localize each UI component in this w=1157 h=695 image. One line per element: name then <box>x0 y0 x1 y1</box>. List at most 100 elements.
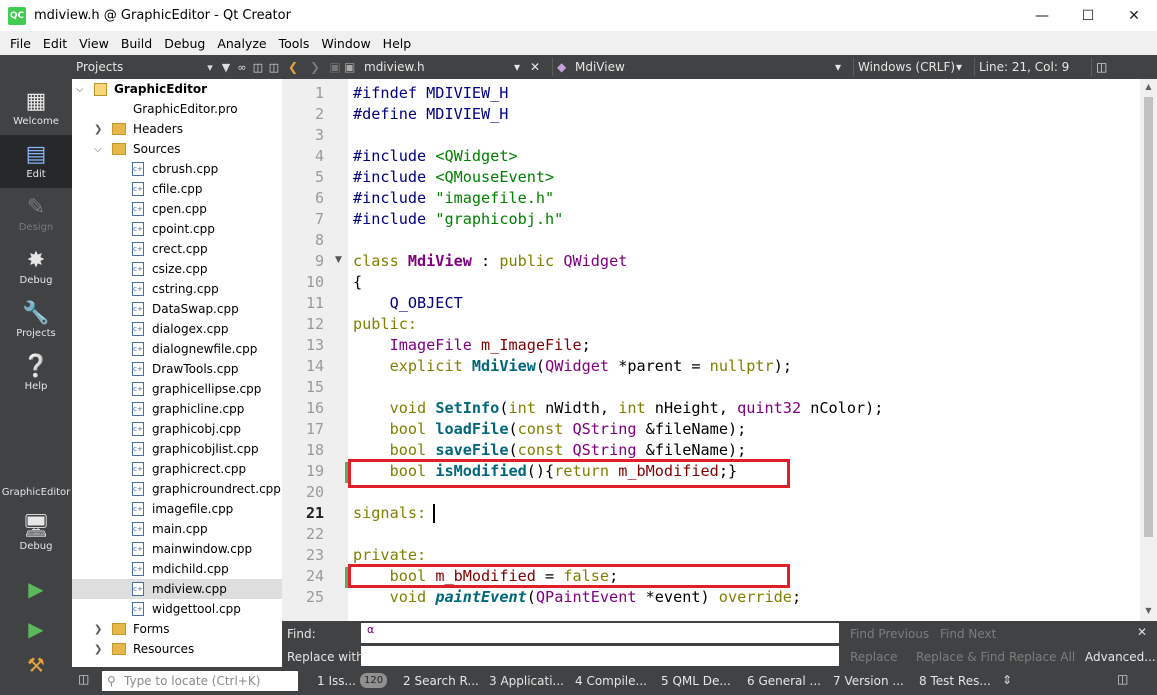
tab-test-results[interactable]: 8 Test Res... <box>919 674 991 688</box>
tree-item-file[interactable]: c+ mdichild.cpp <box>72 559 282 579</box>
filter-icon[interactable]: ▼ <box>218 61 234 74</box>
tree-item-file[interactable]: c+ cfile.cpp <box>72 179 282 199</box>
tree-item-file[interactable]: c+ graphicellipse.cpp <box>72 379 282 399</box>
mode-design[interactable]: ✎ Design <box>0 188 72 241</box>
tab-compile-output[interactable]: 4 Compile... <box>575 674 647 688</box>
find-previous-button[interactable]: Find Previous <box>850 627 929 641</box>
tree-item-file[interactable]: c+ dialognewfile.cpp <box>72 339 282 359</box>
tree-item-file[interactable]: c+ graphicrect.cpp <box>72 459 282 479</box>
close-pane-icon[interactable]: ◫ <box>266 61 282 74</box>
chevron-down-icon[interactable]: ⌵ <box>94 144 102 155</box>
replace-find-button[interactable]: Replace & Find <box>916 650 1005 664</box>
tree-item-file[interactable]: c+ widgettool.cpp <box>72 599 282 619</box>
tree-item-resources[interactable]: ❯ Resources <box>72 639 282 659</box>
toggle-sidebar-icon[interactable]: ◫ <box>78 672 89 686</box>
debug-run-button[interactable]: ▶ <box>24 617 48 641</box>
tree-item-file[interactable]: c+ graphicobjlist.cpp <box>72 439 282 459</box>
menu-help[interactable]: Help <box>377 36 418 51</box>
tree-item-forms[interactable]: ❯ Forms <box>72 619 282 639</box>
projects-pane-title[interactable]: Projects <box>76 60 202 74</box>
kit-selector[interactable]: 🖥 Debug <box>0 503 72 563</box>
tree-item-file[interactable]: c+ mdiview.cpp <box>72 579 282 599</box>
build-button[interactable]: ⚒ <box>24 653 48 677</box>
close-find-icon[interactable]: ✕ <box>1137 625 1147 639</box>
tree-item-file[interactable]: c+ csize.cpp <box>72 259 282 279</box>
tree-item-file[interactable]: c+ DrawTools.cpp <box>72 359 282 379</box>
replace-button[interactable]: Replace <box>850 650 897 664</box>
symbol-selector[interactable]: MdiView <box>575 60 835 74</box>
mode-edit[interactable]: ▤ Edit <box>0 135 72 188</box>
tree-item-headers[interactable]: ❯ Headers <box>72 119 282 139</box>
find-input[interactable]: α <box>361 623 839 643</box>
replace-input[interactable] <box>361 646 839 666</box>
tree-item-file[interactable]: c+ mainwindow.cpp <box>72 539 282 559</box>
chevron-right-icon[interactable]: ❯ <box>94 124 102 135</box>
split-icon[interactable]: ◫ <box>250 61 266 74</box>
tab-version-control[interactable]: 7 Version ... <box>833 674 904 688</box>
locator-input[interactable]: ⚲ Type to locate (Ctrl+K) <box>102 671 298 691</box>
vertical-scrollbar[interactable]: ▲ ▼ <box>1140 79 1157 621</box>
chevron-right-icon[interactable]: ❯ <box>94 644 102 655</box>
chevron-down-icon[interactable]: ⌵ <box>76 84 84 95</box>
menu-edit[interactable]: Edit <box>37 36 73 51</box>
document-selector[interactable]: mdiview.h <box>364 60 514 74</box>
tree-item-file[interactable]: c+ crect.cpp <box>72 239 282 259</box>
tab-issues[interactable]: 1 Iss... <box>317 674 356 688</box>
cursor-position[interactable]: Line: 21, Col: 9 <box>979 60 1087 74</box>
mode-welcome[interactable]: ▦ Welcome <box>0 82 72 135</box>
tree-item-file[interactable]: c+ cpen.cpp <box>72 199 282 219</box>
menu-window[interactable]: Window <box>315 36 376 51</box>
advanced-button[interactable]: Advanced... <box>1085 650 1156 664</box>
tree-item-file[interactable]: c+ main.cpp <box>72 519 282 539</box>
tree-item-file[interactable]: c+ dialogex.cpp <box>72 319 282 339</box>
dropdown-arrow-icon[interactable]: ▾ <box>202 61 218 74</box>
menu-view[interactable]: View <box>73 36 115 51</box>
fold-marker-icon[interactable]: ▼ <box>335 255 342 265</box>
close-button[interactable]: ✕ <box>1111 0 1157 31</box>
forward-arrow-icon[interactable]: ❯ <box>304 60 326 74</box>
document-dropdown-icon[interactable]: ▾ <box>514 60 530 74</box>
tab-search-results[interactable]: 2 Search R... <box>403 674 479 688</box>
tree-item-file[interactable]: c+ imagefile.cpp <box>72 499 282 519</box>
tab-general-messages[interactable]: 6 General ... <box>747 674 821 688</box>
menu-analyze[interactable]: Analyze <box>211 36 272 51</box>
split-editor-icon[interactable]: ◫ <box>1096 60 1114 74</box>
minimize-button[interactable]: — <box>1019 0 1065 31</box>
link-icon[interactable]: ∞ <box>234 61 250 74</box>
tree-item-pro-file[interactable]: GraphicEditor.pro <box>72 99 282 119</box>
code-editor[interactable]: #ifndef MDIVIEW_H #define MDIVIEW_H #inc… <box>348 79 1140 621</box>
tree-item-sources[interactable]: ⌵ Sources <box>72 139 282 159</box>
menu-build[interactable]: Build <box>115 36 158 51</box>
more-tabs-icon[interactable]: ⇕ <box>1002 673 1012 687</box>
toggle-output-icon[interactable]: ◫ <box>1117 672 1128 686</box>
tree-item-file[interactable]: c+ graphicobj.cpp <box>72 419 282 439</box>
tab-application-output[interactable]: 3 Applicati... <box>489 674 564 688</box>
replace-all-button[interactable]: Replace All <box>1009 650 1075 664</box>
scroll-down-icon[interactable]: ▼ <box>1140 606 1157 615</box>
case-option-icon[interactable]: α <box>367 623 374 636</box>
chevron-right-icon[interactable]: ❯ <box>94 624 102 635</box>
line-ending-selector[interactable]: Windows (CRLF) <box>858 60 956 74</box>
mode-projects[interactable]: 🔧 Projects <box>0 294 72 347</box>
close-document-icon[interactable]: ✕ <box>530 60 548 74</box>
menu-file[interactable]: File <box>4 36 37 51</box>
tree-item-file[interactable]: c+ cpoint.cpp <box>72 219 282 239</box>
menu-tools[interactable]: Tools <box>273 36 316 51</box>
tree-item-file[interactable]: c+ cbrush.cpp <box>72 159 282 179</box>
menu-debug[interactable]: Debug <box>158 36 211 51</box>
tree-item-file[interactable]: c+ graphicline.cpp <box>72 399 282 419</box>
tree-item-file[interactable]: c+ graphicroundrect.cpp <box>72 479 282 499</box>
run-button[interactable]: ▶ <box>24 577 48 601</box>
tree-item-file[interactable]: c+ DataSwap.cpp <box>72 299 282 319</box>
mode-debug[interactable]: ✸ Debug <box>0 241 72 294</box>
back-arrow-icon[interactable]: ❮ <box>282 60 304 74</box>
mode-help[interactable]: ❔ Help <box>0 347 72 400</box>
symbol-dropdown-icon[interactable]: ▾ <box>835 60 849 74</box>
scroll-up-icon[interactable]: ▲ <box>1140 82 1157 91</box>
tab-qml-debugger[interactable]: 5 QML De... <box>661 674 731 688</box>
find-next-button[interactable]: Find Next <box>940 627 996 641</box>
scrollbar-thumb[interactable] <box>1144 97 1153 537</box>
tree-root[interactable]: ⌵ GraphicEditor <box>72 79 282 99</box>
maximize-button[interactable]: ☐ <box>1065 0 1111 31</box>
line-ending-dropdown-icon[interactable]: ▾ <box>956 60 970 74</box>
